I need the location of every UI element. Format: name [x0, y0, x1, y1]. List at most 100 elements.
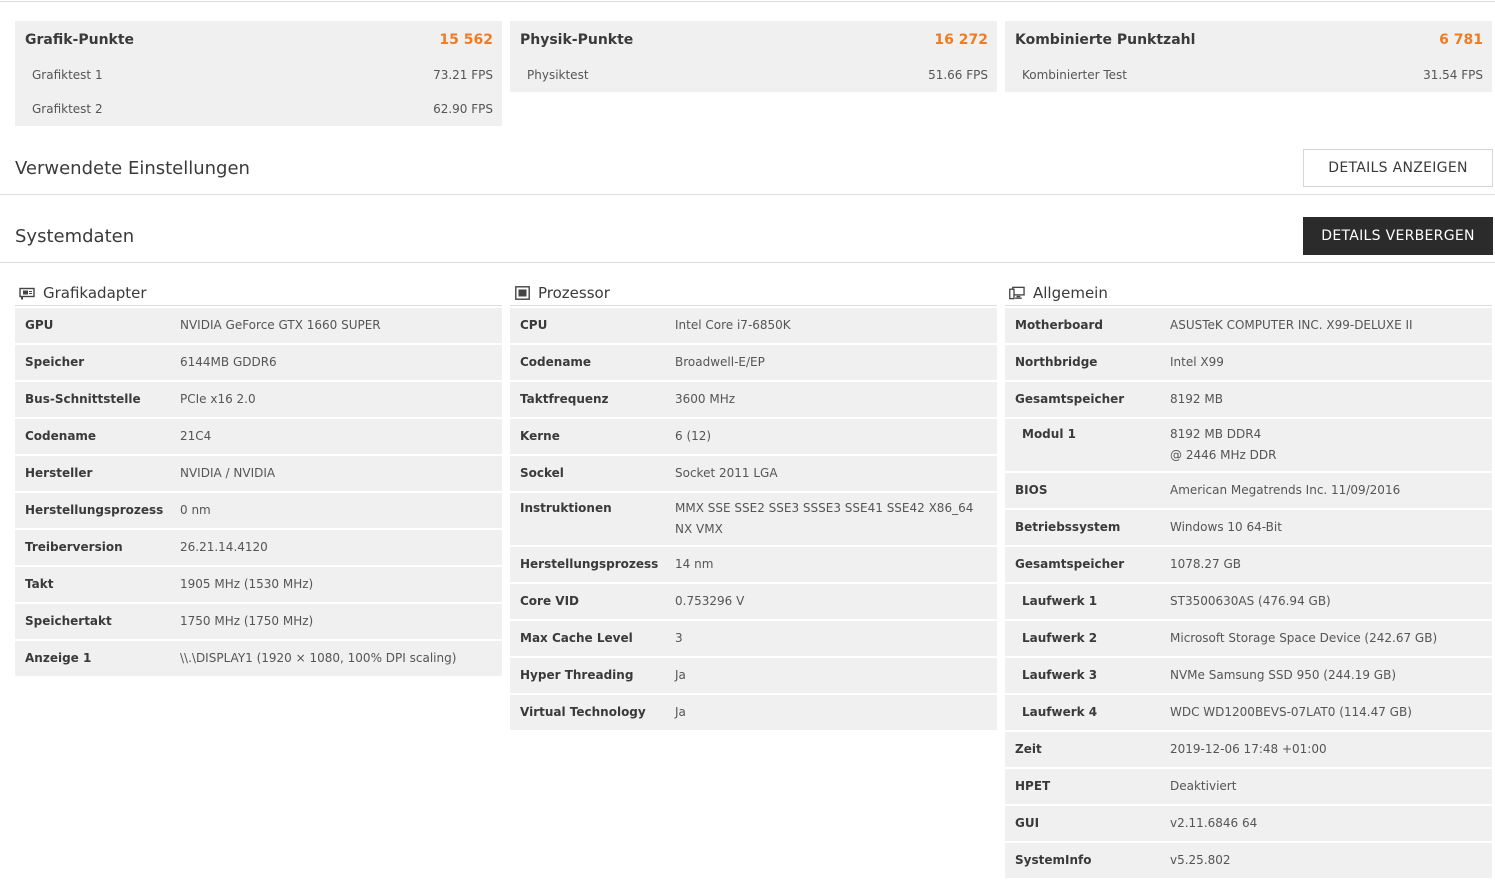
test-value: 51.66 FPS [928, 68, 988, 82]
info-key: Speicher [25, 355, 85, 369]
section-divider [0, 262, 1495, 263]
info-key: Hersteller [25, 466, 93, 480]
info-key: Max Cache Level [520, 631, 633, 645]
info-value: 26.21.14.4120 [180, 540, 268, 554]
info-row: Laufwerk 2 Microsoft Storage Space Device… [1005, 621, 1492, 656]
column-header: Allgemein [1005, 283, 1492, 306]
info-row: Speichertakt 1750 MHz (1750 MHz) [15, 604, 502, 639]
info-value: Ja [675, 668, 686, 682]
system-title: Systemdaten [15, 226, 135, 247]
score-value: 16 272 [934, 31, 988, 48]
test-value: 62.90 FPS [433, 102, 493, 116]
computer-icon [1009, 286, 1025, 300]
info-row: Core VID 0.753296 V [510, 584, 997, 619]
column-header: Grafikadapter [15, 283, 502, 306]
system-section: Systemdaten DETAILS VERBERGEN [15, 217, 1493, 257]
info-row: BIOS American Megatrends Inc. 11/09/2016 [1005, 473, 1492, 508]
column-title: Grafikadapter [43, 284, 147, 302]
info-value: ASUSTeK COMPUTER INC. X99-DELUXE II [1170, 318, 1413, 332]
info-key: Modul 1 [1022, 427, 1076, 441]
score-panels: Grafik-Punkte 15 562 Grafiktest 1 73.21 … [15, 21, 1493, 127]
physics-score-panel: Physik-Punkte 16 272 Physiktest 51.66 FP… [510, 21, 997, 92]
info-key: Kerne [520, 429, 560, 443]
info-row: Anzeige 1 \\.\DISPLAY1 (1920 × 1080, 100%… [15, 641, 502, 676]
info-key: Instruktionen [520, 501, 612, 515]
info-key: GUI [1015, 816, 1040, 830]
info-row: Gesamtspeicher 8192 MB [1005, 382, 1492, 417]
info-row: Herstellungsprozess 0 nm [15, 493, 502, 528]
info-row: Zeit 2019-12-06 17:48 +01:00 [1005, 732, 1492, 767]
cpu-icon [514, 286, 530, 300]
info-value: v2.11.6846 64 [1170, 816, 1258, 830]
info-row: Northbridge Intel X99 [1005, 345, 1492, 380]
test-name: Physiktest [527, 68, 589, 82]
info-key: Codename [25, 429, 97, 443]
info-row: Laufwerk 3 NVMe Samsung SSD 950 (244.19 G… [1005, 658, 1492, 693]
general-rows: Motherboard ASUSTeK COMPUTER INC. X99-DEL… [1005, 308, 1492, 878]
info-row: Hyper Threading Ja [510, 658, 997, 693]
info-key: Gesamtspeicher [1015, 392, 1125, 406]
general-column: Allgemein Motherboard ASUSTeK COMPUTER IN… [1005, 283, 1492, 880]
info-value: 6 (12) [675, 429, 712, 443]
hide-details-button[interactable]: DETAILS VERBERGEN [1303, 217, 1493, 255]
info-value: 3600 MHz [675, 392, 736, 406]
info-key: Core VID [520, 594, 579, 608]
info-row: HPET Deaktiviert [1005, 769, 1492, 804]
info-key: GPU [25, 318, 54, 332]
info-value: 1750 MHz (1750 MHz) [180, 614, 314, 628]
test-row: Grafiktest 1 73.21 FPS [15, 58, 502, 92]
settings-section: Verwendete Einstellungen DETAILS ANZEIGE… [15, 149, 1493, 189]
info-key: Hyper Threading [520, 668, 634, 682]
column-title: Prozessor [538, 284, 610, 302]
info-key: Herstellungsprozess [520, 557, 659, 571]
info-value: \\.\DISPLAY1 (1920 × 1080, 100% DPI scal… [180, 651, 457, 665]
info-value: MMX SSE SSE2 SSE3 SSSE3 SSE41 SSE42 X86_… [675, 501, 974, 536]
info-value: 3 [675, 631, 683, 645]
info-value: Intel X99 [1170, 355, 1224, 369]
info-row: Codename 21C4 [15, 419, 502, 454]
processor-rows: CPU Intel Core i7-6850K Codename Broadwell… [510, 308, 997, 730]
column-title: Allgemein [1033, 284, 1108, 302]
test-name: Kombinierter Test [1022, 68, 1127, 82]
info-key: Zeit [1015, 742, 1042, 756]
info-value: 14 nm [675, 557, 714, 571]
test-name: Grafiktest 1 [32, 68, 103, 82]
info-value: 8192 MB [1170, 392, 1223, 406]
score-header: Grafik-Punkte 15 562 [15, 21, 502, 58]
info-row: Codename Broadwell-E/EP [510, 345, 997, 380]
info-key: CPU [520, 318, 548, 332]
info-key: Speichertakt [25, 614, 112, 628]
info-key: Laufwerk 3 [1022, 668, 1098, 682]
info-row: Betriebssystem Windows 10 64-Bit [1005, 510, 1492, 545]
test-row: Kombinierter Test 31.54 FPS [1005, 58, 1492, 92]
info-row: GUI v2.11.6846 64 [1005, 806, 1492, 841]
info-key: BIOS [1015, 483, 1048, 497]
info-row: Gesamtspeicher 1078.27 GB [1005, 547, 1492, 582]
graphics-rows: GPU NVIDIA GeForce GTX 1660 SUPER Speiche… [15, 308, 502, 676]
info-value: American Megatrends Inc. 11/09/2016 [1170, 483, 1401, 497]
info-row: Kerne 6 (12) [510, 419, 997, 454]
info-row: Max Cache Level 3 [510, 621, 997, 656]
test-value: 73.21 FPS [433, 68, 493, 82]
score-title: Kombinierte Punktzahl [1015, 31, 1196, 48]
info-row: Instruktionen MMX SSE SSE2 SSE3 SSSE3 SSE… [510, 493, 997, 545]
info-value: 6144MB GDDR6 [180, 355, 277, 369]
combined-score-panel: Kombinierte Punktzahl 6 781 Kombinierter… [1005, 21, 1492, 92]
info-row: Sockel Socket 2011 LGA [510, 456, 997, 491]
info-value: Deaktiviert [1170, 779, 1237, 793]
test-value: 31.54 FPS [1423, 68, 1483, 82]
info-row: Herstellungsprozess 14 nm [510, 547, 997, 582]
info-value: PCIe x16 2.0 [180, 392, 256, 406]
top-divider [0, 1, 1495, 2]
info-value: Intel Core i7-6850K [675, 318, 791, 332]
module-size: 8192 MB DDR4 [1170, 427, 1262, 441]
info-value: Broadwell-E/EP [675, 355, 765, 369]
info-row: Speicher 6144MB GDDR6 [15, 345, 502, 380]
show-details-button[interactable]: DETAILS ANZEIGEN [1303, 149, 1493, 187]
info-value: 2019-12-06 17:48 +01:00 [1170, 742, 1327, 756]
info-row: Taktfrequenz 3600 MHz [510, 382, 997, 417]
score-title: Physik-Punkte [520, 31, 634, 48]
column-header: Prozessor [510, 283, 997, 306]
graphics-score-panel: Grafik-Punkte 15 562 Grafiktest 1 73.21 … [15, 21, 502, 126]
info-row: GPU NVIDIA GeForce GTX 1660 SUPER [15, 308, 502, 343]
